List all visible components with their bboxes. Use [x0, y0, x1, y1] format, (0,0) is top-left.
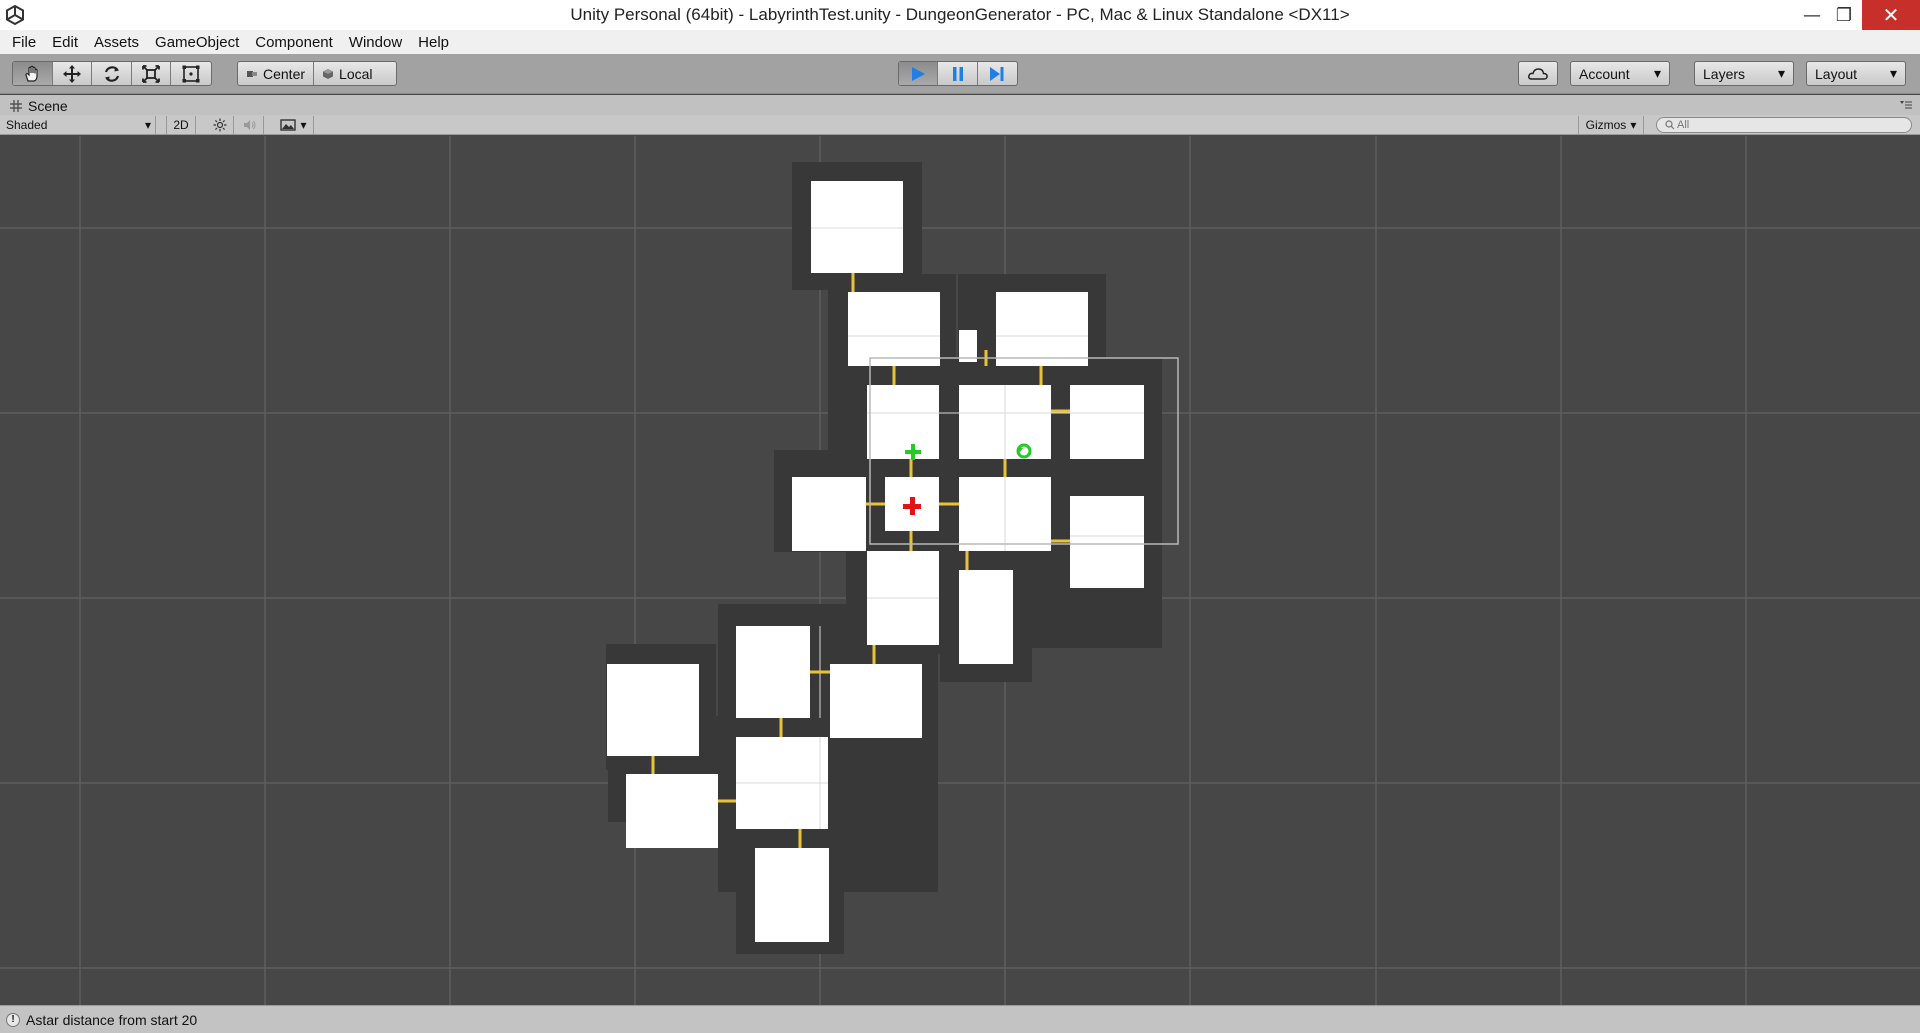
hand-icon	[25, 65, 38, 82]
move-icon	[62, 64, 81, 83]
rect-tool-icon	[182, 65, 200, 82]
menu-help[interactable]: Help	[410, 34, 457, 51]
pivot-center-icon	[247, 70, 257, 77]
rotate-icon	[104, 65, 119, 82]
layout-dropdown[interactable]: Layout ▾	[1806, 61, 1906, 86]
room[interactable]	[867, 385, 939, 459]
layers-label: Layers	[1703, 65, 1746, 82]
close-button[interactable]: ✕	[1862, 0, 1920, 30]
hand-tool-button[interactable]	[13, 62, 53, 85]
pivot-local-label: Local	[339, 65, 373, 82]
room[interactable]	[1070, 385, 1144, 459]
audio-toggle[interactable]	[236, 116, 264, 134]
room[interactable]	[959, 330, 977, 362]
chevron-down-icon: ▾	[1630, 118, 1637, 132]
shading-mode-dropdown[interactable]: Shaded ▾	[6, 116, 156, 134]
chevron-down-icon: ▾	[1889, 65, 1897, 81]
maximize-icon: ❐	[1835, 4, 1853, 26]
room[interactable]	[830, 664, 922, 738]
search-placeholder: All	[1677, 119, 1690, 131]
shading-mode-label: Shaded	[6, 118, 48, 132]
menu-file[interactable]: File	[4, 34, 44, 51]
gizmos-label: Gizmos	[1585, 118, 1627, 132]
chevron-down-icon: ▾	[1653, 65, 1661, 81]
gizmos-dropdown[interactable]: Gizmos ▾	[1578, 116, 1644, 134]
main-toolbar: Center Local Account ▾ Layers ▾ Layout ▾	[0, 54, 1920, 94]
cloud-icon	[1528, 67, 1548, 80]
scene-controls-bar: Shaded ▾ 2D ▾ Gizmos ▾ All	[0, 115, 1920, 135]
room[interactable]	[626, 774, 718, 848]
room[interactable]	[607, 664, 699, 756]
status-bar[interactable]: ! Astar distance from start 20	[0, 1005, 1920, 1033]
chevron-down-icon: ▾	[1777, 65, 1785, 81]
move-tool-button[interactable]	[53, 62, 93, 85]
close-icon: ✕	[1882, 3, 1900, 27]
room[interactable]	[1070, 496, 1144, 588]
play-button[interactable]	[899, 62, 939, 85]
toggle-2d-label: 2D	[173, 118, 189, 132]
room[interactable]	[959, 570, 1013, 664]
rotate-tool-button[interactable]	[92, 62, 132, 85]
play-icon	[912, 66, 926, 81]
info-icon: !	[6, 1012, 20, 1027]
chevron-down-icon: ▾	[144, 118, 151, 132]
account-dropdown[interactable]: Account ▾	[1570, 61, 1670, 86]
rect-tool-button[interactable]	[171, 62, 211, 85]
menu-bar: File Edit Assets GameObject Component Wi…	[0, 30, 1920, 54]
transform-tools	[12, 61, 212, 86]
hierarchy-search-input[interactable]: All	[1656, 117, 1912, 133]
scale-tool-button[interactable]	[132, 62, 172, 85]
step-button[interactable]	[978, 62, 1017, 85]
menu-assets[interactable]: Assets	[86, 34, 147, 51]
minimize-icon: —	[1803, 4, 1821, 26]
pivot-controls: Center Local	[237, 61, 397, 86]
step-icon	[990, 66, 1004, 81]
speaker-icon	[243, 120, 255, 130]
account-label: Account	[1579, 65, 1630, 82]
collab-controls	[1518, 61, 1558, 86]
cloud-button[interactable]	[1519, 62, 1557, 85]
lighting-toggle[interactable]	[206, 116, 234, 134]
grid-icon	[10, 99, 22, 112]
effects-dropdown[interactable]: ▾	[274, 116, 314, 134]
room[interactable]	[996, 292, 1088, 366]
scene-tab-header: Scene	[0, 95, 1920, 115]
chevron-down-icon: ▾	[300, 118, 307, 132]
sun-icon	[213, 118, 226, 132]
room[interactable]	[848, 292, 940, 366]
window-title: Unity Personal (64bit) - LabyrinthTest.u…	[570, 5, 1350, 24]
pause-button[interactable]	[938, 62, 978, 85]
pivot-center-button[interactable]: Center	[238, 62, 315, 85]
room[interactable]	[736, 626, 810, 718]
menu-window[interactable]: Window	[341, 34, 410, 51]
menu-component[interactable]: Component	[247, 34, 341, 51]
toggle-2d-button[interactable]: 2D	[166, 116, 196, 134]
cube-icon	[323, 68, 334, 79]
tab-scene-label: Scene	[28, 97, 68, 114]
layout-label: Layout	[1815, 65, 1858, 82]
pivot-local-button[interactable]: Local	[314, 62, 380, 85]
maximize-button[interactable]: ❐	[1822, 0, 1866, 30]
scale-icon	[142, 64, 161, 83]
play-controls	[898, 61, 1018, 86]
layers-dropdown[interactable]: Layers ▾	[1694, 61, 1794, 86]
scene-canvas[interactable]	[0, 136, 1920, 1005]
room[interactable]	[792, 477, 866, 551]
title-bar: Unity Personal (64bit) - LabyrinthTest.u…	[0, 0, 1920, 30]
search-icon	[1665, 120, 1675, 130]
room[interactable]	[755, 848, 829, 942]
menu-gameobject[interactable]: GameObject	[147, 34, 247, 51]
panel-menu-icon[interactable]	[1900, 99, 1912, 109]
scene-view[interactable]	[0, 136, 1920, 1005]
pivot-center-label: Center	[263, 65, 306, 82]
status-message: Astar distance from start 20	[26, 1011, 198, 1028]
room[interactable]	[811, 181, 903, 273]
pause-icon	[952, 66, 963, 81]
menu-edit[interactable]: Edit	[44, 34, 86, 51]
image-icon	[280, 119, 297, 131]
tab-scene[interactable]: Scene	[10, 96, 68, 115]
